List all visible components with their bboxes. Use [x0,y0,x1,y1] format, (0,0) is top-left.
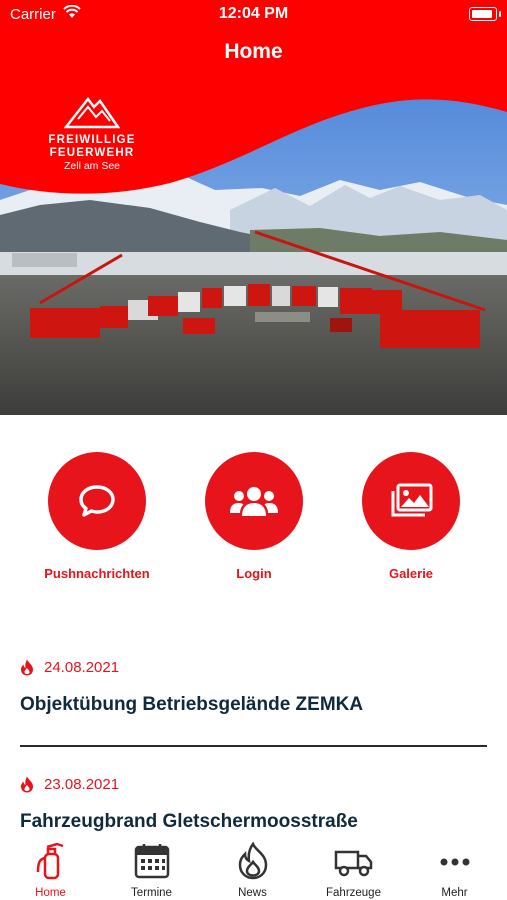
logo-line-2: FEUERWEHR [49,147,135,159]
tab-fahrzeuge[interactable]: Fahrzeuge [303,842,404,899]
logo-line-3: Zell am See [63,160,121,172]
battery-icon [469,7,501,21]
more-dots-icon [440,858,469,866]
galerie-button[interactable]: Galerie [331,452,491,581]
flame-icon [21,659,33,676]
news-title: Fahrzeugbrand Gletschermoosstraße [20,811,358,832]
pushnachrichten-button[interactable]: Pushnachrichten [17,452,177,581]
login-button[interactable]: Login [174,452,334,581]
news-divider [20,745,487,747]
quick-actions: Pushnachrichten Login Galerie [0,452,507,587]
chat-bubble-icon [79,485,115,517]
flame-icon [238,841,267,880]
news-title: Objektübung Betriebsgelände ZEMKA [20,694,364,715]
mountain-logo-icon [63,96,121,129]
users-icon [230,487,278,516]
tab-news[interactable]: News [202,841,303,899]
pushnachrichten-circle[interactable] [48,452,146,550]
fire-extinguisher-icon [36,842,63,880]
login-label: Login [236,566,272,581]
pushnachrichten-label: Pushnachrichten [44,566,150,581]
clock: 12:04 PM [218,5,289,22]
tab-termine[interactable]: Termine [101,842,202,899]
news-date-row: 24.08.2021 [20,659,487,676]
tab-label: News [238,887,267,899]
tab-bar: Home Termine News Fahrzeuge Mehr [0,840,507,900]
images-icon [391,483,433,517]
news-date-row: 23.08.2021 [20,776,487,793]
tab-mehr[interactable]: Mehr [404,842,505,899]
news-list-item[interactable]: 23.08.2021 Fahrzeugbrand Gletschermoosst… [20,776,487,833]
page-title: Home [224,40,283,63]
news-list-item[interactable]: 24.08.2021 Objektübung Betriebsgelände Z… [20,659,487,716]
truck-icon [334,850,372,877]
tab-label: Mehr [441,887,468,899]
tab-label: Fahrzeuge [326,887,381,899]
calendar-icon [134,844,169,879]
galerie-label: Galerie [388,566,434,581]
flame-icon [21,776,33,793]
login-circle[interactable] [205,452,303,550]
news-date: 23.08.2021 [44,776,120,793]
galerie-circle[interactable] [362,452,460,550]
tab-label: Home [35,887,66,899]
tab-label: Termine [131,887,172,899]
logo-line-1: FREIWILLIGE [48,134,136,146]
brand-logo: FREIWILLIGE FEUERWEHR Zell am See [42,95,142,173]
tab-home[interactable]: Home [0,842,101,899]
news-date: 24.08.2021 [44,659,120,676]
status-bar: Carrier 12:04 PM [0,0,507,30]
